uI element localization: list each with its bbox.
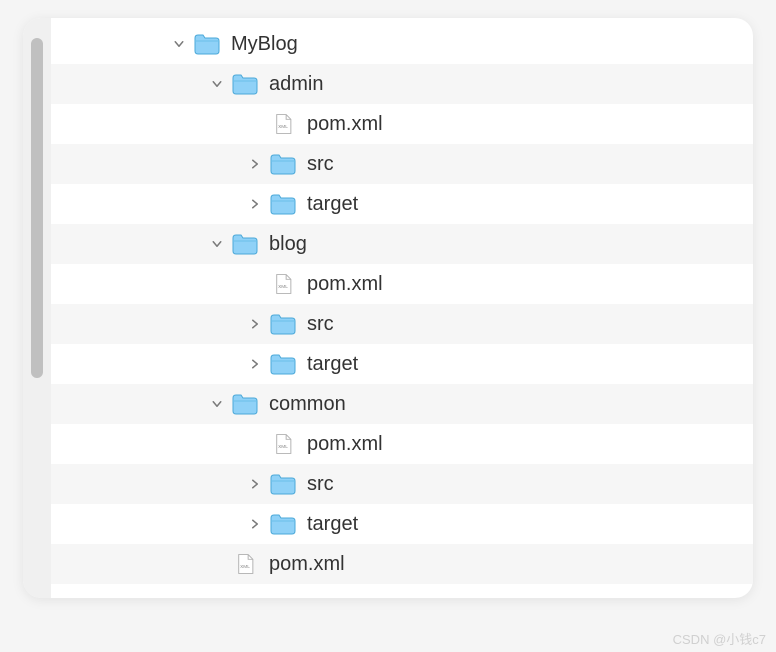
tree-item-label: common	[269, 393, 346, 416]
tree-item-label: pom.xml	[269, 553, 345, 576]
folder-icon	[231, 70, 259, 98]
folder-icon	[269, 350, 297, 378]
folder-icon	[269, 150, 297, 178]
file-tree: MyBlogadminpom.xmlsrctargetblogpom.xmlsr…	[51, 18, 753, 598]
tree-row[interactable]: target	[51, 504, 753, 544]
tree-item-label: target	[307, 513, 358, 536]
folder-icon	[193, 30, 221, 58]
chevron-right-icon[interactable]	[247, 356, 263, 372]
tree-row[interactable]: pom.xml	[51, 424, 753, 464]
tree-item-label: admin	[269, 73, 323, 96]
tree-row[interactable]: pom.xml	[51, 104, 753, 144]
tree-row[interactable]: target	[51, 344, 753, 384]
folder-icon	[231, 390, 259, 418]
tree-row[interactable]: src	[51, 464, 753, 504]
tree-item-label: src	[307, 313, 334, 336]
folder-icon	[269, 310, 297, 338]
tree-row[interactable]: src	[51, 144, 753, 184]
chevron-down-icon[interactable]	[209, 76, 225, 92]
tree-item-label: blog	[269, 233, 307, 256]
tree-row[interactable]: target	[51, 184, 753, 224]
file-tree-panel: MyBlogadminpom.xmlsrctargetblogpom.xmlsr…	[23, 18, 753, 598]
folder-icon	[269, 470, 297, 498]
tree-item-label: src	[307, 473, 334, 496]
tree-row[interactable]: admin	[51, 64, 753, 104]
tree-row[interactable]: MyBlog	[51, 24, 753, 64]
tree-row[interactable]: common	[51, 384, 753, 424]
watermark-text: CSDN @小钱c7	[673, 629, 766, 648]
chevron-right-icon[interactable]	[247, 316, 263, 332]
folder-icon	[231, 230, 259, 258]
tree-row[interactable]: pom.xml	[51, 264, 753, 304]
tree-item-label: target	[307, 193, 358, 216]
tree-item-label: src	[307, 153, 334, 176]
tree-row[interactable]: pom.xml	[51, 544, 753, 584]
folder-icon	[269, 510, 297, 538]
chevron-down-icon[interactable]	[209, 396, 225, 412]
tree-row[interactable]: src	[51, 304, 753, 344]
chevron-right-icon[interactable]	[247, 516, 263, 532]
tree-item-label: pom.xml	[307, 113, 383, 136]
tree-item-label: pom.xml	[307, 273, 383, 296]
xml-file-icon	[231, 550, 259, 578]
tree-row[interactable]: blog	[51, 224, 753, 264]
tree-item-label: MyBlog	[231, 33, 298, 56]
xml-file-icon	[269, 110, 297, 138]
chevron-right-icon[interactable]	[247, 196, 263, 212]
xml-file-icon	[269, 430, 297, 458]
tree-item-label: target	[307, 353, 358, 376]
chevron-down-icon[interactable]	[209, 236, 225, 252]
chevron-right-icon[interactable]	[247, 156, 263, 172]
scrollbar-track[interactable]	[23, 18, 51, 598]
chevron-down-icon[interactable]	[171, 36, 187, 52]
folder-icon	[269, 190, 297, 218]
tree-item-label: pom.xml	[307, 433, 383, 456]
chevron-right-icon[interactable]	[247, 476, 263, 492]
scrollbar-thumb[interactable]	[31, 38, 43, 378]
xml-file-icon	[269, 270, 297, 298]
